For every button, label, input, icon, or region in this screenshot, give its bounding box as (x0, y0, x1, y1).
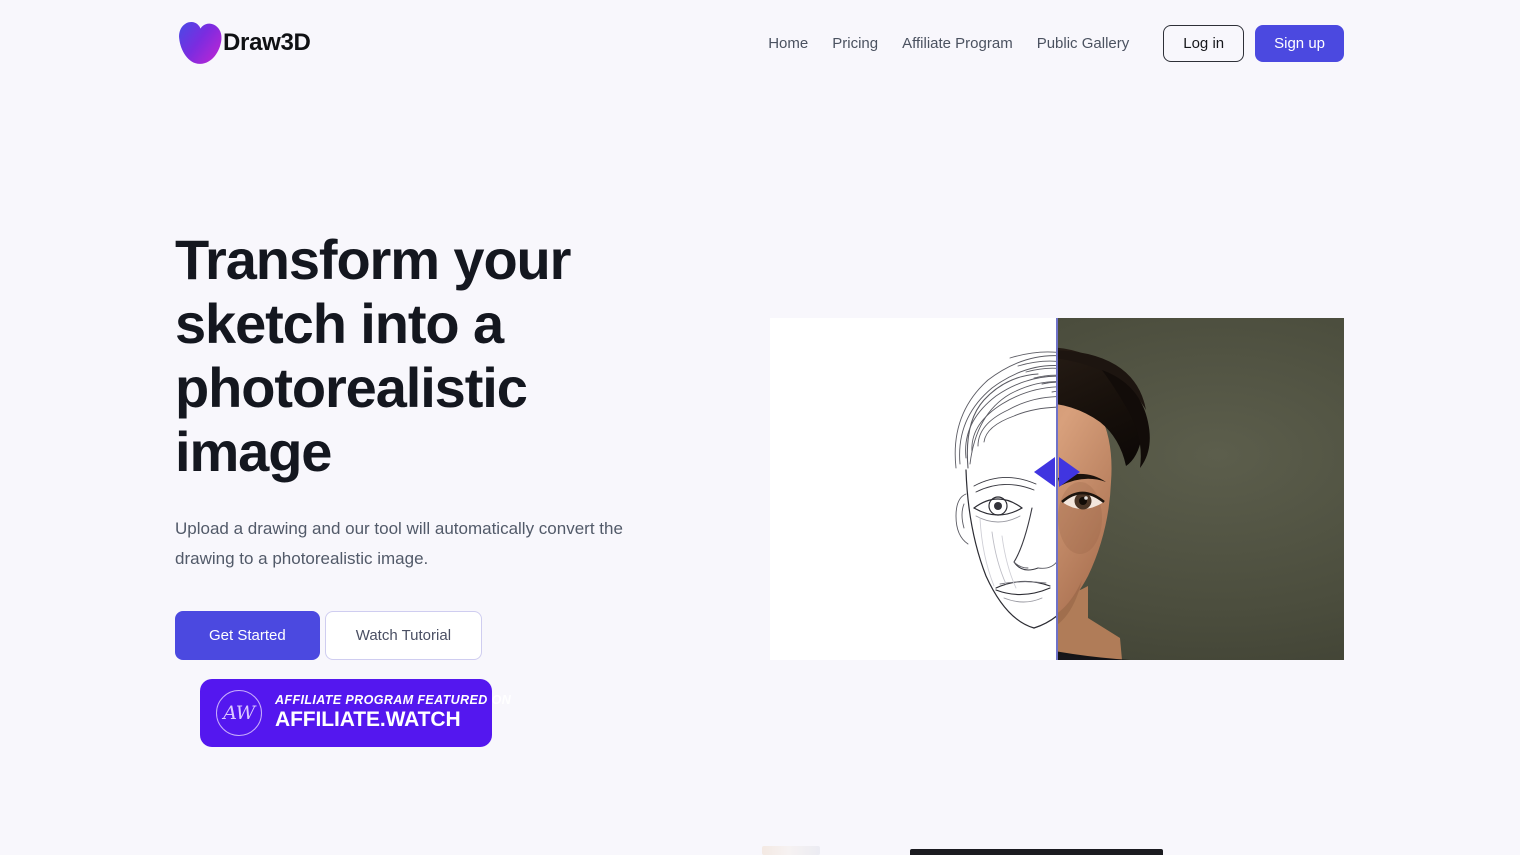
next-section-peek-thumbnail (762, 846, 820, 855)
aw-monogram-circle-icon: AW (216, 690, 262, 736)
hero-subtitle: Upload a drawing and our tool will autom… (175, 519, 623, 569)
get-started-button[interactable]: Get Started (175, 611, 320, 661)
brand-name: Draw3D (223, 29, 311, 56)
nav-link-pricing[interactable]: Pricing (820, 28, 890, 59)
nav-link-affiliate-program[interactable]: Affiliate Program (890, 28, 1025, 59)
affiliate-watch-badge[interactable]: AW AFFILIATE PROGRAM FEATURED ON AFFILIA… (200, 679, 511, 747)
affiliate-badge-line2: AFFILIATE.WATCH (275, 708, 461, 732)
main-nav: Home Pricing Affiliate Program Public Ga… (758, 24, 1344, 62)
site-header: Draw3D Home Pricing Affiliate Program Pu… (0, 0, 1520, 86)
nav-link-home[interactable]: Home (758, 28, 820, 59)
brand-logo-link[interactable]: Draw3D (175, 20, 311, 66)
next-section-peek-panel (910, 849, 1163, 855)
aw-monogram-text: AW (223, 701, 255, 724)
compare-before-image (770, 318, 1057, 660)
affiliate-badge-text: AFFILIATE PROGRAM FEATURED ON AFFILIATE.… (275, 693, 511, 733)
login-button[interactable]: Log in (1163, 24, 1245, 62)
signup-button[interactable]: Sign up (1255, 24, 1344, 62)
landing-page: Draw3D Home Pricing Affiliate Program Pu… (0, 0, 1520, 855)
compare-divider-line (1056, 318, 1058, 660)
nav-link-public-gallery[interactable]: Public Gallery (1025, 28, 1142, 59)
page-title: Transform your sketch into a photorealis… (175, 228, 571, 484)
before-after-compare-slider[interactable] (770, 318, 1344, 660)
watch-tutorial-button[interactable]: Watch Tutorial (324, 611, 483, 661)
hero-text-block: Transform your sketch into a photorealis… (175, 228, 695, 661)
arrow-left-icon[interactable] (1034, 457, 1055, 487)
arrow-right-icon[interactable] (1059, 457, 1080, 487)
blob-heart-logo-icon (179, 22, 222, 64)
hero-cta-group: Get Started Watch Tutorial (175, 611, 695, 661)
affiliate-badge-line1: AFFILIATE PROGRAM FEATURED ON (275, 692, 512, 707)
